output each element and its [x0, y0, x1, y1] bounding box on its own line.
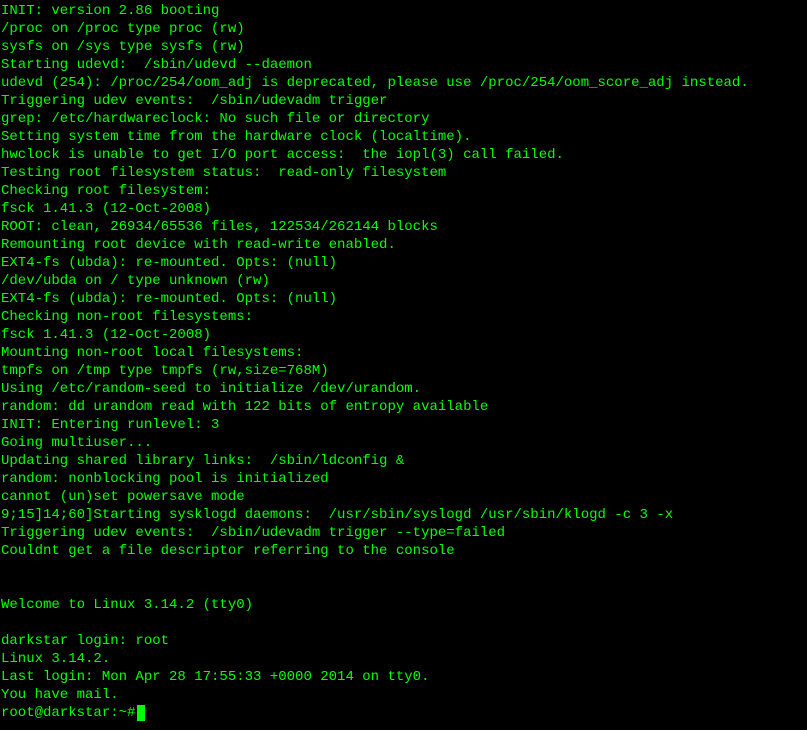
boot-line: fsck 1.41.3 (12-Oct-2008)	[1, 200, 807, 218]
boot-line: hwclock is unable to get I/O port access…	[1, 146, 807, 164]
blank-line	[1, 614, 807, 632]
shell-prompt[interactable]: root@darkstar:~#	[1, 704, 807, 722]
boot-line: Couldnt get a file descriptor referring …	[1, 542, 807, 560]
boot-line: 9;15]14;60]Starting sysklogd daemons: …	[1, 506, 807, 524]
boot-line: random: dd urandom read with 122 bits of…	[1, 398, 807, 416]
boot-line: Updating shared library links: /sbin/ldc…	[1, 452, 807, 470]
blank-line	[1, 560, 807, 578]
boot-line: tmpfs on /tmp type tmpfs (rw,size=768M)	[1, 362, 807, 380]
boot-line: Starting udevd: /sbin/udevd --daemon	[1, 56, 807, 74]
boot-line: sysfs on /sys type sysfs (rw)	[1, 38, 807, 56]
boot-line: Testing root filesystem status: read-onl…	[1, 164, 807, 182]
boot-line: Triggering udev events: /sbin/udevadm tr…	[1, 92, 807, 110]
boot-line: INIT: version 2.86 booting	[1, 2, 807, 20]
boot-line: EXT4-fs (ubda): re-mounted. Opts: (null)	[1, 290, 807, 308]
boot-line: /dev/ubda on / type unknown (rw)	[1, 272, 807, 290]
boot-line: Going multiuser...	[1, 434, 807, 452]
cursor-icon	[137, 705, 145, 721]
boot-line: grep: /etc/hardwareclock: No such file o…	[1, 110, 807, 128]
boot-line: Remounting root device with read-write e…	[1, 236, 807, 254]
mail-line: You have mail.	[1, 686, 807, 704]
boot-line: Using /etc/random-seed to initialize /de…	[1, 380, 807, 398]
boot-line: EXT4-fs (ubda): re-mounted. Opts: (null)	[1, 254, 807, 272]
boot-line: random: nonblocking pool is initialized	[1, 470, 807, 488]
welcome-line: Welcome to Linux 3.14.2 (tty0)	[1, 596, 807, 614]
boot-line: fsck 1.41.3 (12-Oct-2008)	[1, 326, 807, 344]
boot-line: Checking non-root filesystems:	[1, 308, 807, 326]
boot-line: Setting system time from the hardware cl…	[1, 128, 807, 146]
boot-line: INIT: Entering runlevel: 3	[1, 416, 807, 434]
boot-line: Triggering udev events: /sbin/udevadm tr…	[1, 524, 807, 542]
last-login-line: Last login: Mon Apr 28 17:55:33 +0000 20…	[1, 668, 807, 686]
boot-line: Checking root filesystem:	[1, 182, 807, 200]
prompt-text: root@darkstar:~#	[1, 704, 135, 722]
kernel-line: Linux 3.14.2.	[1, 650, 807, 668]
boot-line: cannot (un)set powersave mode	[1, 488, 807, 506]
login-line: darkstar login: root	[1, 632, 807, 650]
boot-line: ROOT: clean, 26934/65536 files, 122534/2…	[1, 218, 807, 236]
blank-line	[1, 578, 807, 596]
boot-line: Mounting non-root local filesystems:	[1, 344, 807, 362]
boot-line: udevd (254): /proc/254/oom_adj is deprec…	[1, 74, 807, 92]
boot-line: /proc on /proc type proc (rw)	[1, 20, 807, 38]
terminal-output: INIT: version 2.86 booting /proc on /pro…	[1, 2, 807, 722]
